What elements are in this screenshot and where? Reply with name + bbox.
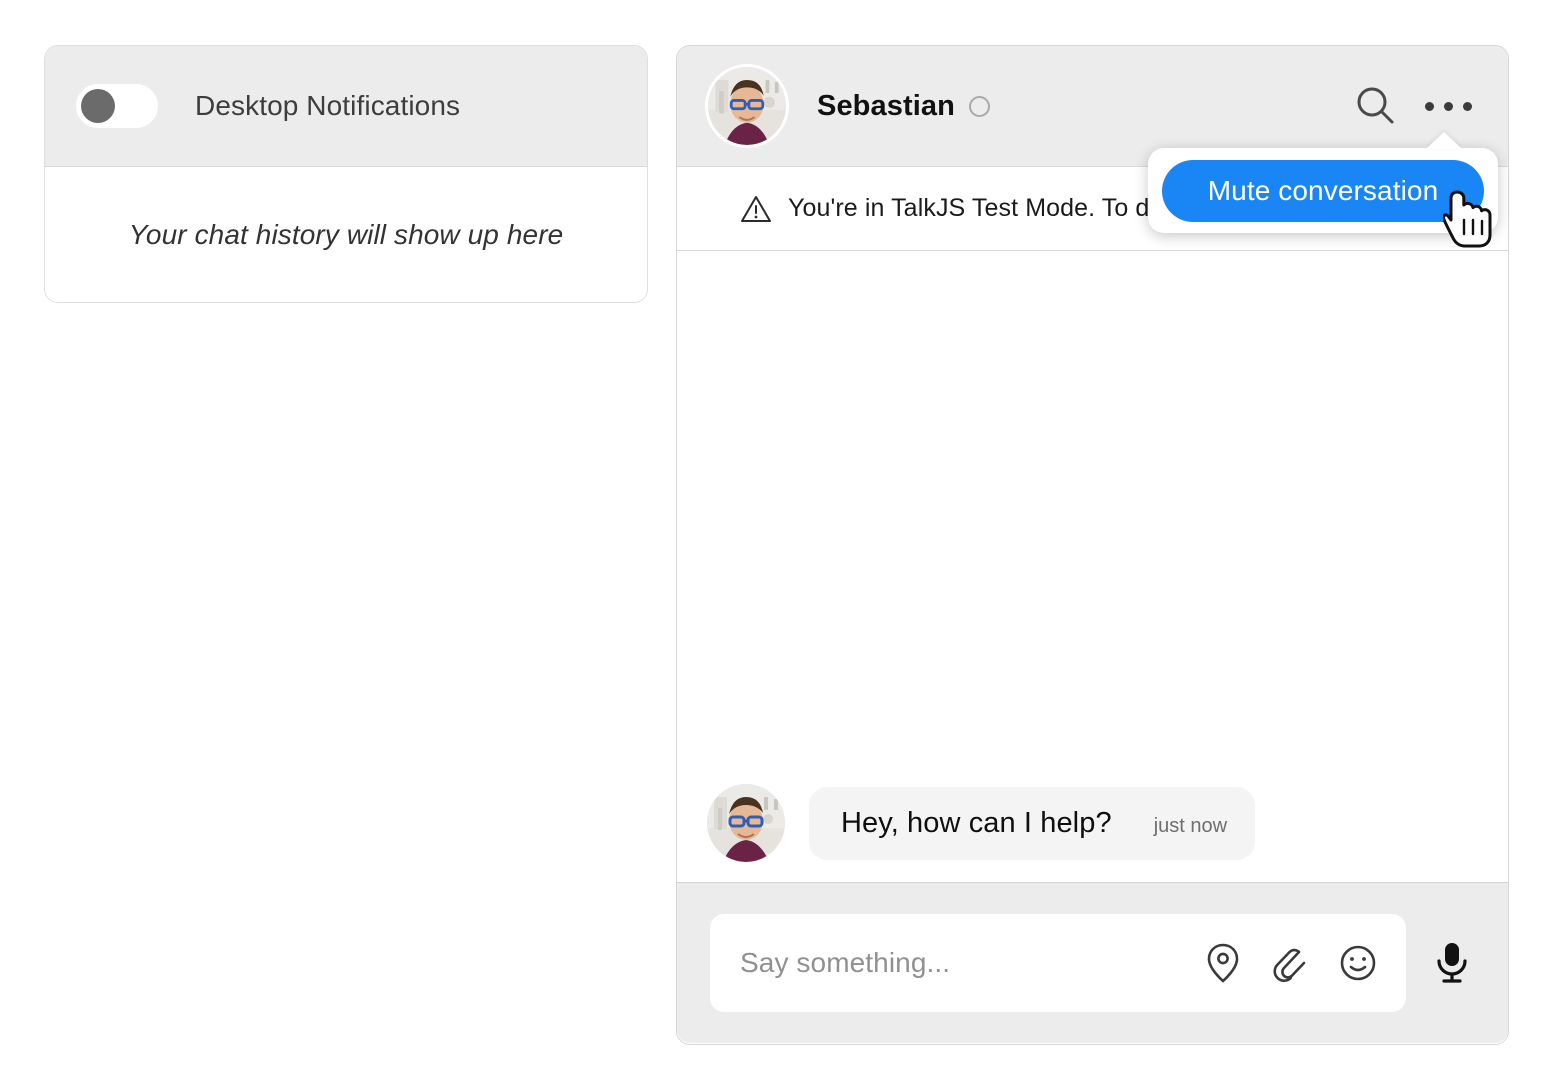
ellipsis-dots (1424, 101, 1472, 111)
message-input[interactable]: Say something... (740, 947, 1204, 979)
header-avatar (705, 64, 789, 148)
chat-history-empty-text: Your chat history will show up here (128, 218, 564, 250)
app-root: Desktop Notifications Your chat history … (0, 0, 1568, 1092)
microphone-icon[interactable] (1432, 939, 1472, 987)
composer-icon-group (1204, 942, 1378, 984)
conversation-actions-popup: Mute conversation (1148, 132, 1498, 233)
message-input-box[interactable]: Say something... (710, 914, 1406, 1012)
header-participant-name: Sebastian (817, 89, 955, 122)
desktop-notifications-label: Desktop Notifications (195, 90, 461, 121)
desktop-notifications-toggle[interactable] (76, 84, 158, 128)
smiley-icon[interactable] (1338, 943, 1378, 983)
message-bubble: Hey, how can I help? just now (809, 786, 1256, 860)
message-text: Hey, how can I help? (841, 806, 1112, 839)
desktop-notifications-row: Desktop Notifications (45, 46, 647, 167)
paperclip-icon[interactable] (1271, 942, 1309, 984)
message-row: Hey, how can I help? just now (707, 784, 1256, 862)
message-avatar (707, 784, 785, 862)
location-pin-icon[interactable] (1204, 942, 1242, 984)
presence-indicator-icon (968, 95, 990, 117)
message-composer: Say something... (677, 883, 1508, 1043)
toggle-knob (81, 89, 115, 123)
warning-triangle-icon (741, 195, 771, 222)
mute-conversation-button[interactable]: Mute conversation (1162, 159, 1484, 222)
test-mode-banner-text: You're in TalkJS Test Mode. To d (788, 194, 1150, 222)
chat-history-empty-state: Your chat history will show up here (45, 167, 647, 302)
search-icon[interactable] (1352, 83, 1398, 129)
popup-arrow (1426, 132, 1462, 149)
message-timestamp: just now (1153, 814, 1228, 837)
chat-history-panel: Desktop Notifications Your chat history … (44, 45, 648, 303)
message-list: Hey, how can I help? just now (677, 251, 1508, 883)
ellipsis-icon[interactable] (1424, 86, 1472, 126)
